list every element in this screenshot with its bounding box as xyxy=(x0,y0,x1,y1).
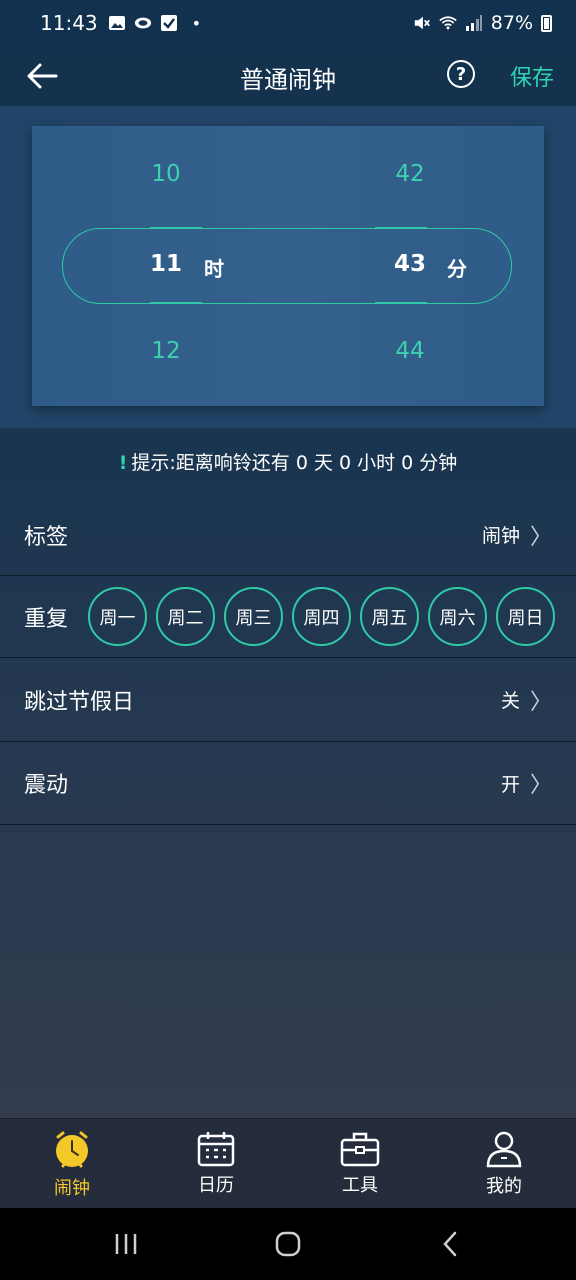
hint-text: 提示:距离响铃还有 0 天 0 小时 0 分钟 xyxy=(131,452,458,474)
cloud-icon xyxy=(134,14,152,32)
save-button[interactable]: 保存 xyxy=(510,60,554,92)
check-icon xyxy=(160,14,178,32)
picker-selection-highlight xyxy=(62,228,512,304)
calendar-icon xyxy=(197,1131,235,1166)
repeat-days: 周一 周二 周三 周四 周五 周六 周日 xyxy=(88,587,556,646)
label-row[interactable]: 标签 闹钟 〉 xyxy=(0,494,576,576)
bottom-tab-bar: 闹钟 日历 工具 我的 xyxy=(0,1118,576,1208)
chevron-right-icon: 〉 xyxy=(529,689,552,715)
minute-prev[interactable]: 42 xyxy=(380,161,440,187)
ring-countdown-hint: ! 提示:距离响铃还有 0 天 0 小时 0 分钟 xyxy=(0,448,576,475)
day-toggle-sat[interactable]: 周六 xyxy=(428,587,488,646)
minute-selected[interactable]: 43 xyxy=(380,251,440,277)
day-toggle-thu[interactable]: 周四 xyxy=(292,587,352,646)
hour-bottom-line xyxy=(150,302,202,304)
page-title: 普通闹钟 xyxy=(240,66,336,94)
tab-alarm-label: 闹钟 xyxy=(54,1177,90,1199)
day-toggle-sun[interactable]: 周日 xyxy=(496,587,556,646)
tab-calendar-label: 日历 xyxy=(198,1174,234,1196)
vibrate-value: 开 xyxy=(500,773,520,796)
hour-selected[interactable]: 11 xyxy=(136,251,196,277)
day-toggle-wed[interactable]: 周三 xyxy=(224,587,284,646)
alarm-clock-icon xyxy=(56,1131,88,1167)
minute-top-line xyxy=(375,227,427,229)
time-picker[interactable]: 10 11 时 12 42 43 分 44 xyxy=(32,126,544,406)
person-icon xyxy=(486,1131,522,1167)
system-nav-bar xyxy=(0,1208,576,1280)
label-row-title: 标签 xyxy=(24,524,69,550)
home-icon xyxy=(275,1231,301,1257)
chevron-left-icon xyxy=(443,1231,457,1257)
chevron-right-icon: 〉 xyxy=(529,524,552,550)
help-button[interactable]: ? xyxy=(447,60,475,88)
hour-prev[interactable]: 10 xyxy=(136,161,196,187)
skip-holidays-row[interactable]: 跳过节假日 关 〉 xyxy=(0,658,576,742)
status-time: 11:43 xyxy=(40,11,98,35)
tab-tools-label: 工具 xyxy=(342,1174,378,1196)
tab-tools[interactable]: 工具 xyxy=(288,1119,432,1208)
recent-apps-button[interactable] xyxy=(106,1226,146,1262)
exclamation-icon: ! xyxy=(118,452,128,474)
chevron-right-icon: 〉 xyxy=(529,773,552,798)
minute-unit: 分 xyxy=(447,257,467,281)
mute-icon xyxy=(413,14,431,32)
home-button[interactable] xyxy=(268,1226,308,1262)
image-icon xyxy=(108,14,126,32)
battery-icon xyxy=(541,14,552,32)
minute-bottom-line xyxy=(375,302,427,304)
vibrate-title: 震动 xyxy=(24,773,69,798)
minute-next[interactable]: 44 xyxy=(380,338,440,364)
vibrate-row[interactable]: 震动 开 〉 xyxy=(0,742,576,825)
time-picker-band: 10 11 时 12 42 43 分 44 xyxy=(0,106,576,428)
toolbox-icon xyxy=(340,1132,380,1166)
hour-next[interactable]: 12 xyxy=(136,338,196,364)
battery-percent: 87% xyxy=(490,12,533,34)
status-bar: 11:43 • 87% xyxy=(0,0,576,46)
hour-top-line xyxy=(150,227,202,229)
skip-holidays-value: 关 xyxy=(500,690,520,712)
tab-profile-label: 我的 xyxy=(486,1175,522,1197)
system-back-button[interactable] xyxy=(430,1226,470,1262)
day-toggle-tue[interactable]: 周二 xyxy=(156,587,216,646)
repeat-row: 重复 周一 周二 周三 周四 周五 周六 周日 xyxy=(0,576,576,658)
status-dot: • xyxy=(191,13,202,33)
tab-profile[interactable]: 我的 xyxy=(432,1119,576,1208)
hour-unit: 时 xyxy=(204,257,224,281)
tab-alarm[interactable]: 闹钟 xyxy=(0,1119,144,1208)
app-bar: 普通闹钟 ? 保存 xyxy=(0,46,576,106)
question-icon: ? xyxy=(455,63,467,85)
label-row-value: 闹钟 xyxy=(481,525,520,547)
skip-holidays-title: 跳过节假日 xyxy=(24,689,135,715)
day-toggle-fri[interactable]: 周五 xyxy=(360,587,420,646)
recent-apps-icon xyxy=(115,1234,137,1254)
wifi-icon xyxy=(439,14,457,32)
day-toggle-mon[interactable]: 周一 xyxy=(88,587,148,646)
repeat-row-title: 重复 xyxy=(24,606,69,632)
tab-calendar[interactable]: 日历 xyxy=(144,1119,288,1208)
signal-icon xyxy=(465,14,483,32)
